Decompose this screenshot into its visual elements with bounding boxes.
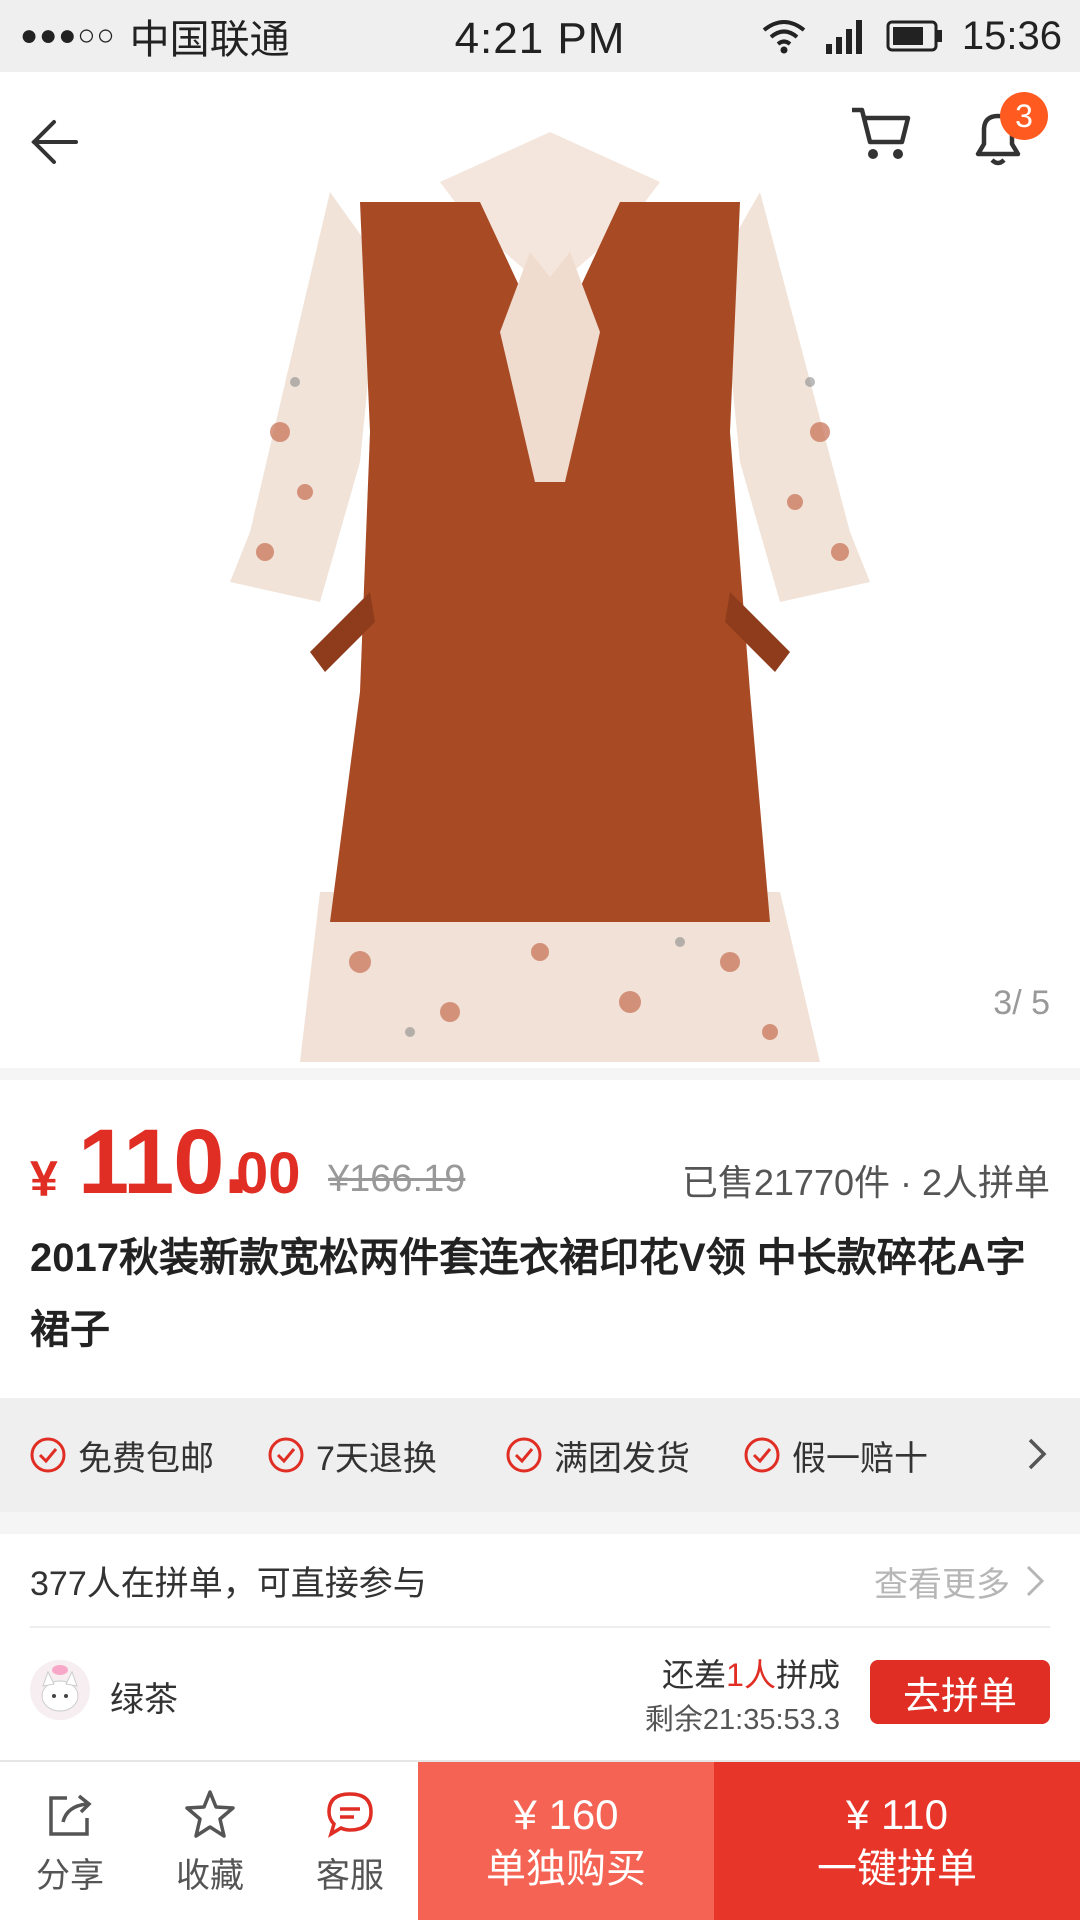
group-buy-price: ¥ 110: [846, 1791, 948, 1838]
price-decimal: 00: [236, 1141, 301, 1206]
check-circle-icon: [268, 1437, 304, 1473]
check-circle-icon: [506, 1437, 542, 1473]
need-count: 1人: [726, 1657, 776, 1693]
avatar-image: [30, 1660, 90, 1720]
share-button[interactable]: 分享: [0, 1762, 140, 1920]
chat-bubble-icon: [327, 1791, 373, 1838]
service-item: 假一赔十: [742, 1398, 928, 1512]
see-more-link[interactable]: 查看更多: [874, 1534, 1050, 1628]
cellular-signal-icon: [825, 20, 862, 54]
service-label: 7天退换: [316, 1439, 437, 1478]
buy-alone-button[interactable]: ¥ 160 单独购买: [418, 1762, 714, 1920]
chevron-right-icon: [1026, 1565, 1045, 1597]
notification-badge: 3: [1000, 92, 1048, 140]
service-item: 免费包邮: [28, 1398, 214, 1512]
need-count-text: 还差1人拼成: [662, 1650, 840, 1696]
buy-alone-label: 单独购买: [486, 1847, 646, 1891]
status-time-right: 15:36: [961, 13, 1062, 58]
need-prefix: 还差: [662, 1657, 727, 1693]
customer-service-button[interactable]: 客服: [280, 1762, 420, 1920]
user-name: 绿茶: [110, 1681, 178, 1719]
divider: [0, 1512, 1080, 1534]
back-arrow-icon[interactable]: [28, 116, 80, 168]
product-title: 2017秋装新款宽松两件套连衣裙印花V领 中长款碎花A字裙子: [30, 1236, 1026, 1352]
cart-icon[interactable]: [848, 100, 912, 164]
group-buy-header: 377人在拼单，可直接参与 查看更多: [30, 1534, 1050, 1628]
check-circle-icon: [744, 1437, 780, 1473]
price-currency: ¥: [30, 1151, 58, 1207]
sold-count: 已售21770件 · 2人拼单: [681, 1162, 1050, 1203]
product-image-carousel[interactable]: 3 3/ 5: [0, 72, 1080, 1068]
share-label: 分享: [36, 1856, 104, 1895]
star-icon: [185, 1789, 235, 1838]
product-image: [230, 132, 870, 1062]
service-label: 满团发货: [554, 1439, 690, 1478]
carrier-name: 中国联通: [129, 18, 290, 62]
bottom-action-bar: 分享 收藏 客服 ¥ 160 单独购买 ¥ 110 一键拼单: [0, 1760, 1080, 1920]
service-item: 7天退换: [266, 1398, 437, 1512]
divider: [0, 1068, 1080, 1080]
group-buy-label: 一键拼单: [817, 1847, 977, 1891]
group-buy-row: 绿茶 还差1人拼成 剩余21:35:53.3 去拼单: [30, 1630, 1050, 1760]
image-counter: 3/ 5: [993, 984, 1050, 1022]
price-integer: 110.: [78, 1111, 249, 1213]
join-group-button[interactable]: 去拼单: [870, 1660, 1050, 1724]
group-buy-button[interactable]: ¥ 110 一键拼单: [714, 1762, 1080, 1920]
service-item: 满团发货: [504, 1398, 690, 1512]
wifi-icon: [762, 20, 806, 54]
check-circle-icon: [30, 1437, 66, 1473]
countdown-timer: 剩余21:35:53.3: [644, 1704, 840, 1736]
service-guarantees[interactable]: 免费包邮 7天退换 满团发货 假一赔十: [0, 1398, 1080, 1512]
battery-icon: [886, 20, 942, 52]
chevron-right-icon[interactable]: [1016, 1434, 1056, 1474]
need-suffix: 拼成: [775, 1657, 840, 1693]
favorite-button[interactable]: 收藏: [140, 1762, 280, 1920]
favorite-label: 收藏: [176, 1856, 244, 1895]
group-buy-count: 377人在拼单，可直接参与: [30, 1564, 427, 1603]
avatar: [30, 1660, 90, 1720]
signal-dots: ●●●○○: [20, 19, 116, 52]
status-left: ●●●○○ 中国联通: [20, 0, 290, 72]
customer-service-label: 客服: [316, 1856, 384, 1895]
see-more-label: 查看更多: [874, 1565, 1010, 1604]
status-right: 15:36: [762, 0, 1062, 72]
buy-alone-price: ¥ 160: [513, 1791, 619, 1838]
price-row: ¥ 110. 00 ¥166.19 已售21770件 · 2人拼单: [30, 1110, 1050, 1213]
service-label: 免费包邮: [78, 1439, 214, 1478]
share-icon: [49, 1794, 92, 1836]
status-bar: ●●●○○ 中国联通 4:21 PM 15:36: [0, 0, 1080, 72]
original-price: ¥166.19: [328, 1158, 466, 1200]
service-label: 假一赔十: [792, 1439, 928, 1478]
